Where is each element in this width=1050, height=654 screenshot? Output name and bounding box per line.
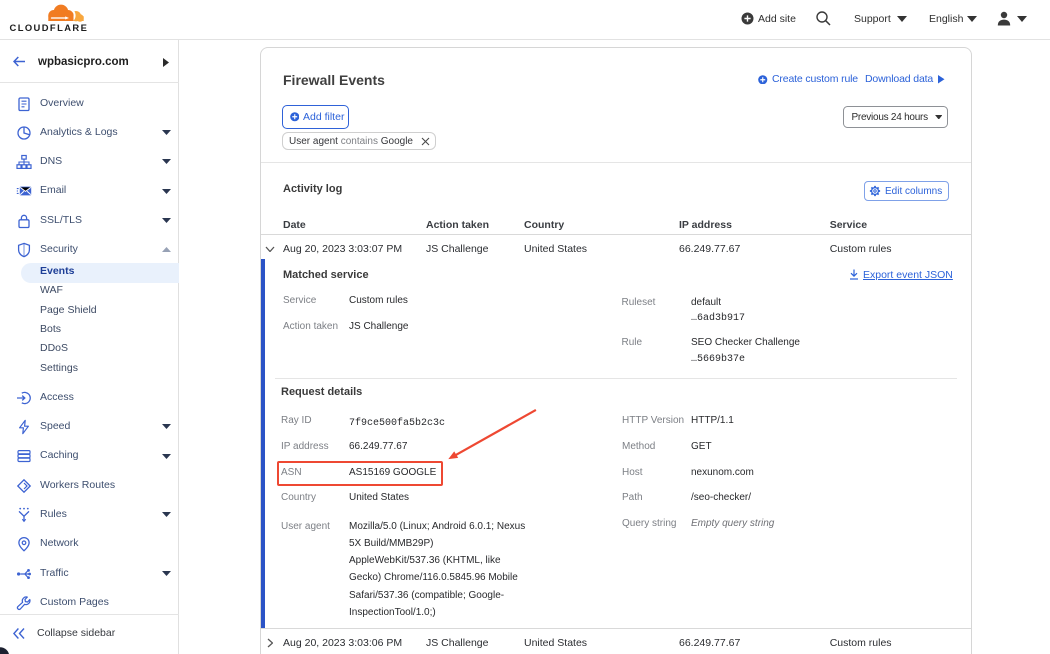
svg-text:CLOUDFLARE: CLOUDFLARE <box>10 22 89 33</box>
